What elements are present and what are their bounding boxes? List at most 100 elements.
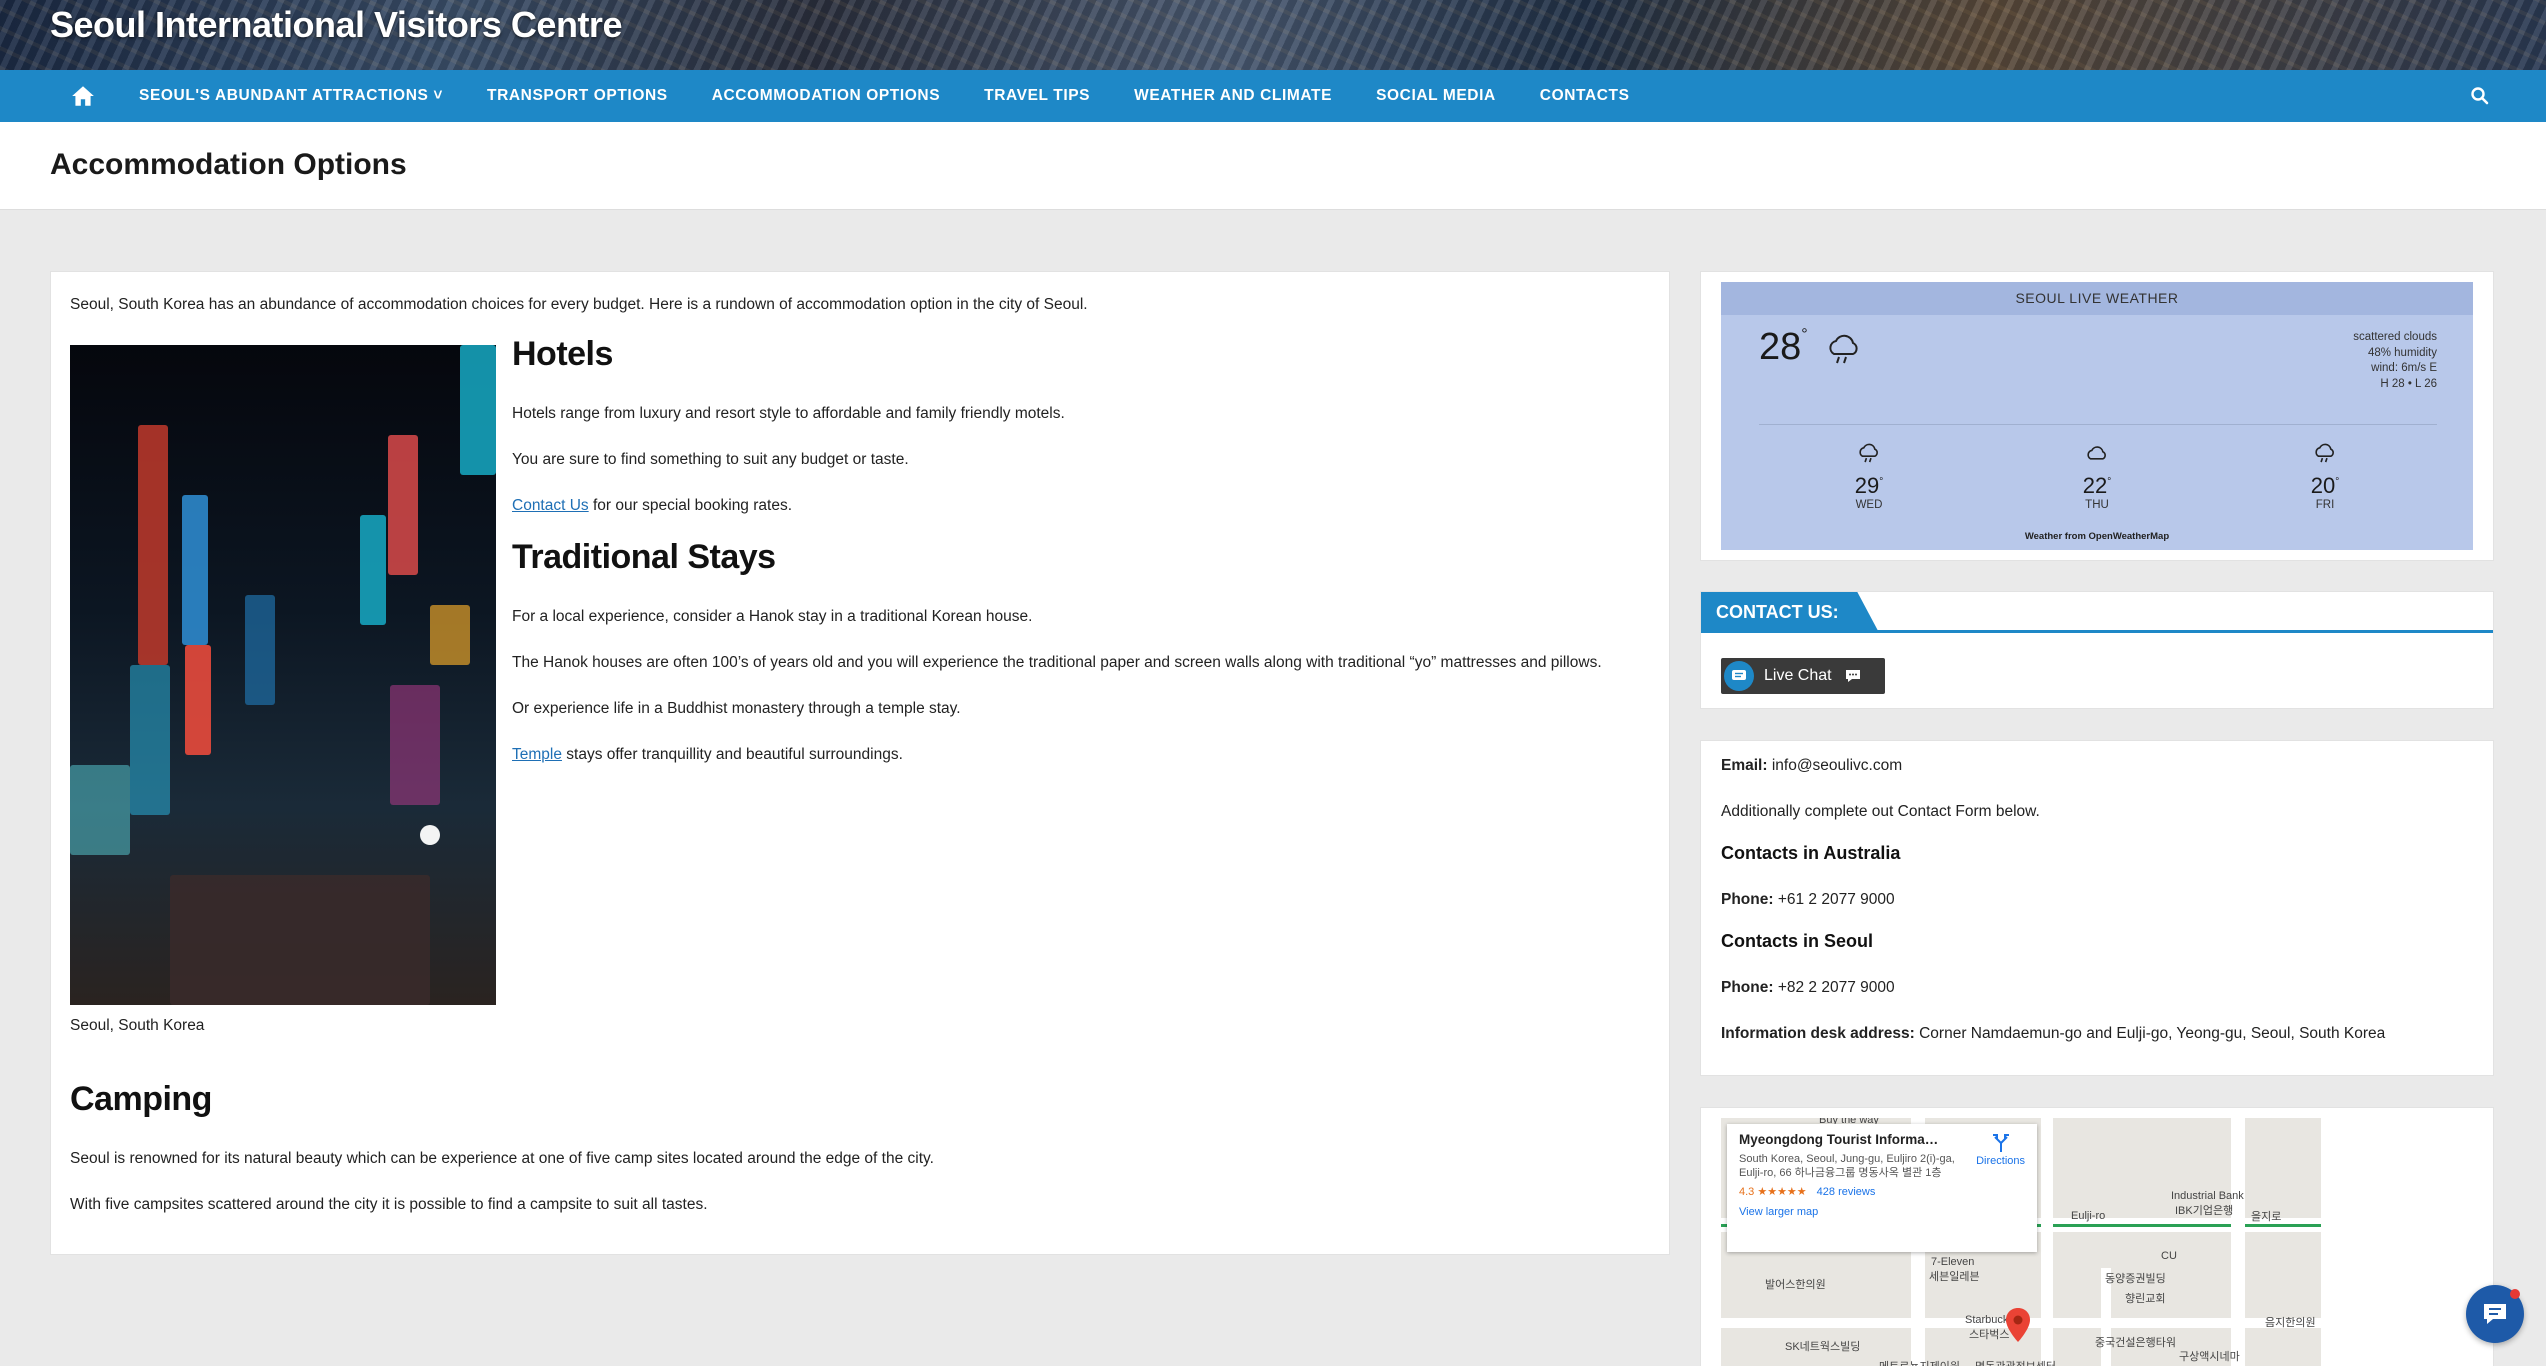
contact-us-underline <box>1701 630 2493 633</box>
floating-chat-button[interactable] <box>2466 1285 2524 1343</box>
temple-link[interactable]: Temple <box>512 746 562 763</box>
heading-contacts-australia: Contacts in Australia <box>1721 843 1901 863</box>
nav-item-weather[interactable]: WEATHER AND CLIMATE <box>1134 87 1332 105</box>
contact-us-card: CONTACT US: Live Chat <box>1700 591 2494 709</box>
heading-contacts-seoul: Contacts in Seoul <box>1721 931 1874 951</box>
email-value[interactable]: info@seoulivc.com <box>1768 757 1902 774</box>
map-label: 세븐일레븐 <box>1929 1271 1980 1283</box>
google-map[interactable]: Industrial Bank IBK기업은행 Eulji-ro 을지로 7-E… <box>1721 1118 2321 1366</box>
heading-camping: Camping <box>70 1080 212 1118</box>
main-content: Seoul, South Korea has an abundance of a… <box>50 271 1670 1255</box>
email-line: Email: info@seoulivc.com <box>1721 757 1902 775</box>
hotels-text-3: Contact Us for our special booking rates… <box>512 497 792 515</box>
weather-high-low: H 28 • L 26 <box>2380 377 2437 390</box>
page-title-bar: Accommodation Options <box>0 122 2546 210</box>
map-label: Eulji-ro <box>2071 1210 2106 1222</box>
map-directions-button[interactable]: Directions <box>1976 1134 2025 1167</box>
live-chat-button[interactable]: Live Chat <box>1721 658 1885 694</box>
site-title[interactable]: Seoul International Visitors Centre <box>50 4 622 46</box>
forecast-day: WED <box>1855 499 1883 511</box>
traditional-text-3: Or experience life in a Buddhist monaste… <box>512 700 961 717</box>
traditional-text-1: For a local experience, consider a Hanok… <box>512 608 1033 625</box>
header-banner: Seoul International Visitors Centre <box>0 0 2546 70</box>
email-label: Email: <box>1721 757 1768 774</box>
hotels-text-1: Hotels range from luxury and resort styl… <box>512 405 1065 422</box>
view-larger-map-link[interactable]: View larger map <box>1739 1206 2025 1218</box>
weather-humidity: 48% humidity <box>2367 346 2437 359</box>
nav-item-attractions[interactable]: SEOUL'S ABUNDANT ATTRACTIONS ˅ <box>139 87 443 105</box>
rain-cloud-icon <box>1829 334 1858 364</box>
australia-phone-value: +61 2 2077 9000 <box>1773 891 1895 908</box>
photo-caption: Seoul, South Korea <box>70 1017 205 1034</box>
camping-text-2: With five campsites scattered around the… <box>70 1196 708 1213</box>
chat-lines-icon <box>1724 661 1754 691</box>
page-title: Accommodation Options <box>50 148 407 181</box>
hotels-text-3-rest: for our special booking rates. <box>588 497 793 514</box>
forecast-fri: 20° FRI <box>2285 442 2365 511</box>
forecast-temp: 22 <box>2082 473 2108 498</box>
map-directions-label: Directions <box>1976 1155 2025 1167</box>
traditional-text-4: Temple stays offer tranquillity and beau… <box>512 746 903 764</box>
speech-bubble-icon <box>1845 670 1860 682</box>
forecast-thu: 22° THU <box>2057 442 2137 511</box>
weather-divider <box>1759 424 2437 425</box>
desk-address-line: Information desk address: Corner Namdaem… <box>1721 1025 2385 1043</box>
traditional-text-2: The Hanok houses are often 100’s of year… <box>512 654 1602 671</box>
live-chat-label: Live Chat <box>1764 667 1832 684</box>
weather-condition: scattered clouds <box>2353 331 2437 343</box>
forecast-day: THU <box>2085 499 2109 511</box>
directions-icon <box>1992 1134 2009 1152</box>
main-nav: SEOUL'S ABUNDANT ATTRACTIONS ˅ TRANSPORT… <box>0 70 2546 122</box>
nav-menu: SEOUL'S ABUNDANT ATTRACTIONS ˅ TRANSPORT… <box>139 70 1674 122</box>
heading-hotels: Hotels <box>512 335 613 373</box>
phone-label: Phone: <box>1721 979 1774 996</box>
rain-cloud-icon <box>1859 443 1878 463</box>
australia-phone-line: Phone: +61 2 2077 9000 <box>1721 891 1895 909</box>
nav-item-contacts[interactable]: CONTACTS <box>1540 87 1630 105</box>
degree-symbol: ° <box>1801 326 1808 343</box>
map-rating-stars: 4.3 ★★★★★ <box>1739 1186 1807 1198</box>
contact-details-card: Email: info@seoulivc.com Additionally co… <box>1700 740 2494 1076</box>
map-label: 스타벅스 <box>1969 1329 2010 1341</box>
map-label: 동양증권빌딩 <box>2105 1273 2166 1285</box>
weather-wind: wind: 6m/s E <box>2371 362 2437 374</box>
map-label: 중국건설은행타워 <box>2095 1337 2176 1349</box>
contact-us-link[interactable]: Contact Us <box>512 497 589 514</box>
search-icon[interactable] <box>2470 86 2490 106</box>
map-label: 향린교회 <box>2125 1293 2166 1305</box>
nav-item-travel-tips[interactable]: TRAVEL TIPS <box>984 87 1090 105</box>
home-icon[interactable] <box>70 83 96 109</box>
map-label: 메트로뇬지제이원 <box>1879 1358 1960 1366</box>
map-label: 구상액시네마 <box>2179 1351 2240 1363</box>
current-temp: 28° <box>1759 326 1864 369</box>
rain-cloud-icon <box>2315 443 2334 463</box>
map-pin-icon[interactable] <box>2006 1308 2030 1342</box>
additional-text: Additionally complete out Contact Form b… <box>1721 803 2040 820</box>
nav-item-social-media[interactable]: SOCIAL MEDIA <box>1376 87 1496 105</box>
weather-widget: SEOUL LIVE WEATHER 28° scattered clouds … <box>1721 282 2473 550</box>
nav-item-transport[interactable]: TRANSPORT OPTIONS <box>487 87 668 105</box>
contact-us-title: CONTACT US: <box>1701 592 1879 632</box>
map-label: SK네트웍스빌딩 <box>1785 1341 1861 1353</box>
nav-item-accommodation[interactable]: ACCOMMODATION OPTIONS <box>712 87 940 105</box>
forecast-wed: 29° WED <box>1829 442 1909 511</box>
map-label: 음지한의원 <box>2265 1317 2316 1329</box>
forecast-temp: 29 <box>1854 473 1880 498</box>
desk-address-label: Information desk address: <box>1721 1025 1915 1042</box>
phone-label: Phone: <box>1721 891 1774 908</box>
camping-text-1: Seoul is renowned for its natural beauty… <box>70 1150 934 1167</box>
cloud-icon <box>2087 446 2106 460</box>
map-info-window: Myeongdong Tourist Informati... South Ko… <box>1727 1124 2037 1252</box>
map-label: 을지로 <box>2251 1211 2282 1223</box>
map-label: Industrial Bank <box>2171 1190 2244 1202</box>
weather-credit[interactable]: Weather from OpenWeatherMap <box>1721 531 2473 542</box>
map-reviews-link[interactable]: 428 reviews <box>1817 1186 1876 1198</box>
desk-address-value: Corner Namdaemun-go and Eulji-go, Yeong-… <box>1914 1025 2386 1042</box>
map-card: Industrial Bank IBK기업은행 Eulji-ro 을지로 7-E… <box>1700 1107 2494 1366</box>
seoul-phone-value: +82 2 2077 9000 <box>1773 979 1895 996</box>
hotels-text-2: You are sure to find something to suit a… <box>512 451 909 468</box>
forecast-temp: 20 <box>2310 473 2336 498</box>
weather-widget-card: SEOUL LIVE WEATHER 28° scattered clouds … <box>1700 271 2494 561</box>
map-label: 명동관광정보센터 <box>1975 1358 2056 1366</box>
heading-traditional-stays: Traditional Stays <box>512 538 776 576</box>
